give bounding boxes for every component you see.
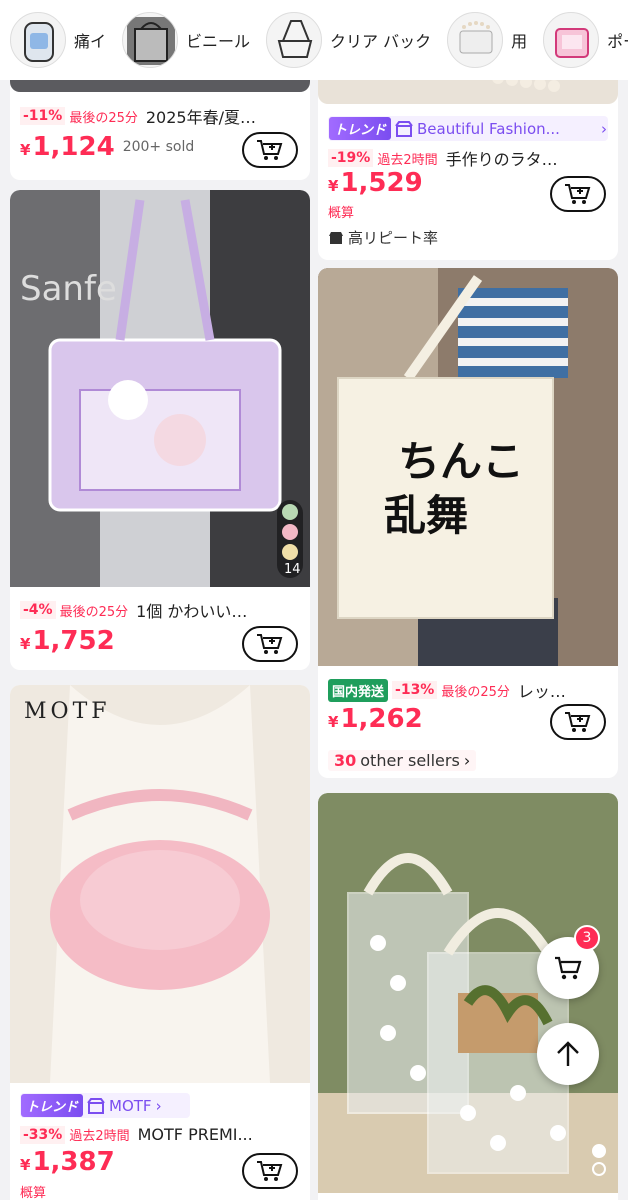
discount-badge: -11% [20,107,66,125]
carousel-dots [592,1144,606,1180]
clear-shoulder-bag-icon [266,12,323,68]
sellers-label: other sellers [360,751,460,770]
clear-backpack-icon [10,12,66,68]
discount-badge: -13% [392,681,438,699]
timer-badge: 最後の25分 [441,684,510,700]
approx-label: 概算 [328,206,355,221]
store-name[interactable]: Beautiful Fashion... [417,120,597,138]
category-chip[interactable]: ポー [543,11,628,69]
product-image: Sanfe [10,190,310,587]
trend-badge: トレンド [21,1094,84,1117]
add-to-cart-button[interactable] [550,176,606,212]
arrow-up-icon [557,1041,579,1066]
category-bar: 痛イ ビニール クリア バック 用 ポー [0,0,628,80]
discount-badge: -4% [20,601,56,619]
discount-badge: -19% [328,149,374,167]
chevron-right-icon: › [155,1096,162,1115]
add-to-cart-button[interactable] [242,626,298,662]
domestic-shipping-badge: 国内発送 [328,678,389,702]
other-sellers-link[interactable]: 30 other sellers › [328,750,477,771]
cart-plus-icon [565,712,591,732]
tote-print-text: ちんこ [398,437,525,486]
product-card[interactable]: ちんこ 乱舞 国内発送 -13% 最後の25分 レッ… ¥1,262 30 ot… [318,268,618,778]
discount-badge: -33% [20,1125,66,1144]
swatch [282,544,298,560]
product-card[interactable]: Sanfe 14 -4% 最後の25分 1個 かわいい… ¥1,752 [10,190,310,670]
category-label: ビニール [186,32,251,51]
store-icon [87,1097,105,1114]
chevron-right-icon: › [463,751,471,770]
timer-badge: 過去2時間 [69,1129,130,1144]
product-title: 2025年春/夏… [145,108,256,127]
scroll-to-top-button[interactable] [537,1023,599,1085]
product-title: 1個 かわいい… [136,602,248,621]
swatch [282,524,298,540]
product-title: MOTF PREMI... [137,1125,253,1144]
add-to-cart-button[interactable] [242,1153,298,1189]
dot [592,1144,606,1158]
timer-badge: 最後の25分 [69,110,138,126]
price: ¥1,387 [20,1147,115,1177]
category-chip[interactable]: 用 [447,11,536,69]
product-title: 手作りのラタ… [445,150,558,169]
category-label: 用 [511,32,528,51]
category-chip[interactable]: クリア バック [266,11,440,69]
category-label: クリア バック [330,32,432,51]
svg-text:Sanfe: Sanfe [20,269,117,309]
brand-watermark: MOTF [24,699,111,724]
category-label: 痛イ [74,32,107,51]
price: ¥1,752 [20,626,115,656]
cart-icon [555,956,582,980]
approx-label: 概算 [20,1186,47,1200]
trend-badge: トレンド [329,117,392,140]
price: ¥1,124 [20,132,115,162]
category-chip[interactable]: ビニール [122,11,259,69]
repeat-rate-label: 高リピート率 [348,229,439,247]
product-title: レッ… [517,682,566,701]
timer-badge: 最後の25分 [59,604,129,620]
add-to-cart-button[interactable] [550,704,606,740]
repeat-shop-icon [329,231,343,244]
clear-bag-pearls-icon [447,12,504,68]
price: ¥1,262 [328,704,423,734]
swatch [282,504,298,520]
product-card[interactable]: トレンド Beautiful Fashion... › -19% 過去2時間 手… [318,60,618,260]
category-label: ポー [607,32,628,51]
product-card[interactable]: MOTF トレンド MOTF › -33% 過去2時間 MOTF PREMI..… [10,685,310,1200]
cart-count-badge: 3 [574,925,600,951]
category-chip[interactable]: 痛イ [10,11,115,69]
tote-print-text: 乱舞 [384,491,469,540]
timer-badge: 過去2時間 [377,152,438,168]
chevron-right-icon: › [601,119,607,138]
store-icon [395,120,413,137]
add-to-cart-button[interactable] [242,132,298,168]
sellers-count: 30 [334,751,357,770]
sold-count: 200+ sold [122,139,195,155]
cart-plus-icon [565,184,591,204]
pink-pouch-icon [543,12,600,68]
cart-plus-icon [257,1161,283,1181]
product-image [10,685,310,1083]
price: ¥1,529 [328,168,423,198]
cart-plus-icon [257,634,283,654]
store-name[interactable]: MOTF [109,1097,152,1115]
vinyl-tote-icon [122,12,179,68]
photo-count: 14 [284,562,301,577]
dot [592,1162,606,1176]
cart-plus-icon [257,140,283,160]
